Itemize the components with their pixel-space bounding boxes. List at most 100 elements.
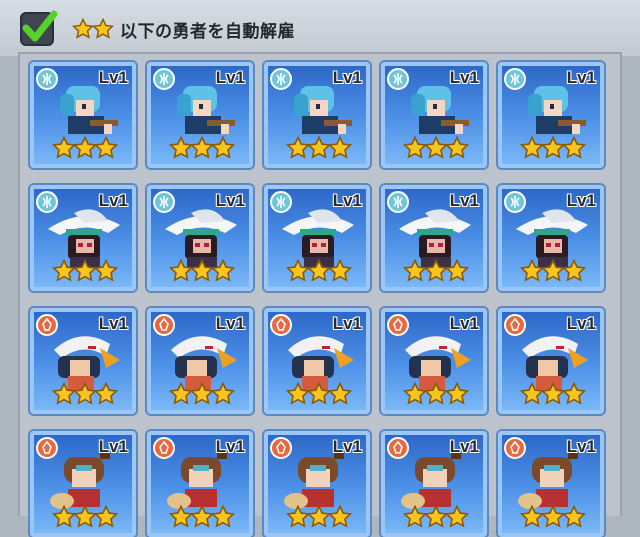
level-label: Lv1 <box>215 437 245 456</box>
hero-card[interactable]: Lv1 <box>147 62 253 168</box>
hero-card[interactable]: Lv1 <box>30 308 136 414</box>
level-label: Lv1 <box>332 437 362 456</box>
water-icon <box>504 191 526 213</box>
rarity-stars <box>403 382 469 405</box>
rarity-stars <box>286 382 352 405</box>
level-label: Lv1 <box>332 314 362 333</box>
hero-card[interactable]: Lv1 <box>147 431 253 537</box>
auto-dismiss-label: 以下の勇者を自動解雇 <box>120 22 295 42</box>
hero-card[interactable]: Lv1 <box>381 185 487 291</box>
water-icon <box>153 191 175 213</box>
hero-card[interactable]: Lv1 <box>264 185 370 291</box>
rarity-stars <box>52 259 118 282</box>
star-icon <box>562 382 586 405</box>
level-label: Lv1 <box>332 191 362 210</box>
hero-card[interactable]: Lv1 <box>498 431 604 537</box>
rarity-stars <box>169 382 235 405</box>
level-label: Lv1 <box>566 437 596 456</box>
hero-card[interactable]: Lv1 <box>498 185 604 291</box>
level-label: Lv1 <box>98 314 128 333</box>
star-icon <box>94 259 118 282</box>
level-label: Lv1 <box>566 191 596 210</box>
water-icon <box>36 191 58 213</box>
rarity-stars <box>52 505 118 528</box>
level-label: Lv1 <box>449 314 479 333</box>
rarity-stars <box>71 17 115 40</box>
star-icon <box>211 382 235 405</box>
star-icon <box>91 17 115 39</box>
hero-card[interactable]: Lv1 <box>30 62 136 168</box>
hero-card[interactable]: Lv1 <box>264 308 370 414</box>
auto-dismiss-header: 以下の勇者を自動解雇 <box>0 0 640 56</box>
water-icon <box>504 68 526 90</box>
level-label: Lv1 <box>215 68 245 87</box>
star-icon <box>445 259 469 282</box>
hero-card[interactable]: Lv1 <box>264 62 370 168</box>
water-icon <box>36 68 58 90</box>
rarity-stars <box>403 505 469 528</box>
star-icon <box>94 382 118 405</box>
hero-card[interactable]: Lv1 <box>30 185 136 291</box>
rarity-stars <box>169 259 235 282</box>
auto-dismiss-checkbox[interactable] <box>20 10 58 46</box>
level-label: Lv1 <box>332 68 362 87</box>
hero-card[interactable]: Lv1 <box>147 308 253 414</box>
star-icon <box>562 259 586 282</box>
water-icon <box>270 191 292 213</box>
star-icon <box>445 136 469 159</box>
fire-icon <box>387 314 409 336</box>
level-label: Lv1 <box>98 68 128 87</box>
rarity-stars <box>286 259 352 282</box>
level-label: Lv1 <box>215 314 245 333</box>
rarity-stars <box>520 259 586 282</box>
rarity-stars <box>520 136 586 159</box>
hero-card[interactable]: Lv1 <box>381 308 487 414</box>
hero-card[interactable]: Lv1 <box>30 431 136 537</box>
star-icon <box>211 259 235 282</box>
hero-card[interactable]: Lv1 <box>381 62 487 168</box>
fire-icon <box>504 314 526 336</box>
rarity-stars <box>52 136 118 159</box>
hero-card[interactable]: Lv1 <box>381 431 487 537</box>
water-icon <box>270 68 292 90</box>
star-icon <box>94 505 118 528</box>
star-icon <box>328 382 352 405</box>
rarity-stars <box>169 136 235 159</box>
water-icon <box>387 191 409 213</box>
level-label: Lv1 <box>566 68 596 87</box>
level-label: Lv1 <box>215 191 245 210</box>
rarity-stars <box>286 505 352 528</box>
rarity-stars <box>403 259 469 282</box>
hero-card[interactable]: Lv1 <box>147 185 253 291</box>
fire-icon <box>153 437 175 459</box>
hero-card[interactable]: Lv1 <box>498 62 604 168</box>
hero-list-panel[interactable]: Lv1 Lv1 Lv1 Lv1 Lv1 Lv1 Lv1 Lv1 Lv1 Lv1 Lv1 Lv1 Lv1 L… <box>18 52 622 537</box>
star-icon <box>211 505 235 528</box>
level-label: Lv1 <box>98 437 128 456</box>
level-label: Lv1 <box>449 437 479 456</box>
star-icon <box>328 505 352 528</box>
star-icon <box>562 505 586 528</box>
rarity-stars <box>403 136 469 159</box>
fire-icon <box>36 437 58 459</box>
checkmark-icon <box>22 10 58 42</box>
fire-icon <box>504 437 526 459</box>
level-label: Lv1 <box>98 191 128 210</box>
water-icon <box>153 68 175 90</box>
star-icon <box>211 136 235 159</box>
fire-icon <box>387 437 409 459</box>
fire-icon <box>36 314 58 336</box>
rarity-stars <box>286 136 352 159</box>
level-label: Lv1 <box>566 314 596 333</box>
star-icon <box>445 382 469 405</box>
star-icon <box>71 17 95 39</box>
fire-icon <box>270 314 292 336</box>
hero-card[interactable]: Lv1 <box>498 308 604 414</box>
level-label: Lv1 <box>449 68 479 87</box>
rarity-stars <box>520 382 586 405</box>
rarity-stars <box>52 382 118 405</box>
hero-card[interactable]: Lv1 <box>264 431 370 537</box>
star-icon <box>328 136 352 159</box>
level-label: Lv1 <box>449 191 479 210</box>
star-icon <box>562 136 586 159</box>
